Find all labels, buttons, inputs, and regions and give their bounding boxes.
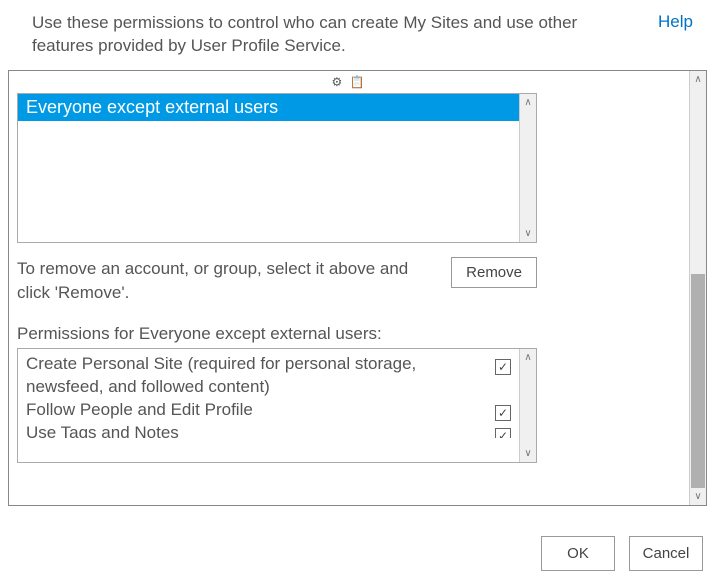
- permission-item[interactable]: Use Tags and Notes ✓: [26, 422, 511, 438]
- permissions-scrollbar[interactable]: ∧ ∨: [519, 349, 536, 462]
- panel-scrollbar[interactable]: ∧ ∨: [689, 71, 706, 505]
- permission-item[interactable]: Create Personal Site (required for perso…: [26, 353, 511, 399]
- users-scrollbar[interactable]: ∧ ∨: [519, 94, 536, 242]
- selected-user-item[interactable]: Everyone except external users: [18, 94, 536, 121]
- scroll-down-icon[interactable]: ∨: [520, 225, 536, 242]
- remove-instructions: To remove an account, or group, select i…: [17, 257, 417, 305]
- permissions-label: Permissions for Everyone except external…: [17, 324, 681, 344]
- permissions-panel: ⚙ 📋 Everyone except external users ∧ ∨ T…: [8, 70, 707, 506]
- permission-item[interactable]: Follow People and Edit Profile ✓: [26, 399, 511, 422]
- scroll-up-icon[interactable]: ∧: [690, 71, 706, 88]
- toolbar-icons[interactable]: ⚙ 📋: [17, 75, 681, 91]
- help-link[interactable]: Help: [658, 12, 693, 32]
- page-description: Use these permissions to control who can…: [32, 12, 612, 58]
- permission-checkbox[interactable]: ✓: [495, 428, 511, 438]
- permission-checkbox[interactable]: ✓: [495, 359, 511, 375]
- scrollbar-thumb[interactable]: [691, 274, 705, 488]
- ok-button[interactable]: OK: [541, 536, 615, 571]
- remove-button[interactable]: Remove: [451, 257, 537, 288]
- permission-checkbox[interactable]: ✓: [495, 405, 511, 421]
- cancel-button[interactable]: Cancel: [629, 536, 703, 571]
- scroll-down-icon[interactable]: ∨: [690, 488, 706, 505]
- scroll-up-icon[interactable]: ∧: [520, 94, 536, 111]
- permission-label: Follow People and Edit Profile: [26, 399, 495, 422]
- users-listbox[interactable]: Everyone except external users ∧ ∨: [17, 93, 537, 243]
- permissions-listbox[interactable]: Create Personal Site (required for perso…: [17, 348, 537, 463]
- scroll-down-icon[interactable]: ∨: [520, 445, 536, 462]
- permission-label: Create Personal Site (required for perso…: [26, 353, 495, 399]
- permission-label: Use Tags and Notes: [26, 422, 495, 438]
- scroll-up-icon[interactable]: ∧: [520, 349, 536, 366]
